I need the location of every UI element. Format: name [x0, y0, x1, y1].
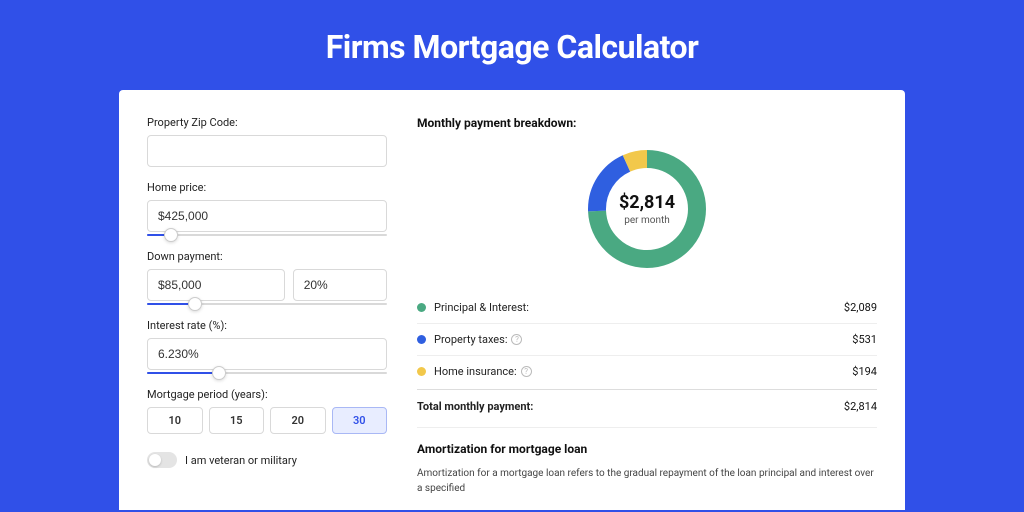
- home-price-input[interactable]: [147, 200, 387, 232]
- total-label: Total monthly payment:: [417, 400, 844, 413]
- interest-input[interactable]: [147, 338, 387, 370]
- donut-center: $2,814 per month: [582, 144, 712, 274]
- veteran-row: I am veteran or military: [147, 452, 387, 468]
- down-payment-field: Down payment:: [147, 250, 387, 305]
- down-payment-pct-input[interactable]: [293, 269, 387, 301]
- home-price-slider-thumb[interactable]: [164, 228, 178, 242]
- breakdown-value: $2,089: [844, 301, 877, 314]
- info-icon[interactable]: ?: [511, 334, 522, 345]
- amortization-text: Amortization for a mortgage loan refers …: [417, 466, 877, 496]
- zip-field: Property Zip Code:: [147, 116, 387, 167]
- info-icon[interactable]: ?: [521, 366, 532, 377]
- breakdown-panel: Monthly payment breakdown: $2,814 per mo…: [417, 116, 877, 510]
- breakdown-value: $531: [852, 333, 877, 346]
- breakdown-label: Home insurance:?: [434, 365, 852, 378]
- page-title: Firms Mortgage Calculator: [0, 0, 1024, 90]
- zip-input[interactable]: [147, 135, 387, 167]
- breakdown-label: Property taxes:?: [434, 333, 852, 346]
- donut-sub: per month: [624, 215, 670, 226]
- period-option-10[interactable]: 10: [147, 407, 203, 434]
- amortization-heading: Amortization for mortgage loan: [417, 442, 877, 456]
- interest-slider-thumb[interactable]: [212, 366, 226, 380]
- home-price-label: Home price:: [147, 181, 387, 194]
- period-field: Mortgage period (years): 10152030: [147, 388, 387, 434]
- period-label: Mortgage period (years):: [147, 388, 387, 401]
- veteran-toggle-knob: [149, 454, 161, 466]
- donut-amount: $2,814: [619, 192, 675, 213]
- legend-dot-icon: [417, 335, 426, 344]
- down-payment-slider-thumb[interactable]: [188, 297, 202, 311]
- form-panel: Property Zip Code: Home price: Down paym…: [147, 116, 387, 510]
- breakdown-row: Property taxes:?$531: [417, 324, 877, 356]
- breakdown-value: $194: [852, 365, 877, 378]
- down-payment-label: Down payment:: [147, 250, 387, 263]
- total-value: $2,814: [844, 400, 877, 413]
- breakdown-row: Principal & Interest:$2,089: [417, 292, 877, 324]
- breakdown-label: Principal & Interest:: [434, 301, 844, 314]
- breakdown-row: Home insurance:?$194: [417, 356, 877, 387]
- donut-chart: $2,814 per month: [582, 144, 712, 274]
- interest-slider[interactable]: [147, 372, 387, 374]
- veteran-toggle[interactable]: [147, 452, 177, 468]
- legend-dot-icon: [417, 367, 426, 376]
- interest-slider-fill: [147, 372, 219, 374]
- interest-label: Interest rate (%):: [147, 319, 387, 332]
- breakdown-heading: Monthly payment breakdown:: [417, 116, 877, 130]
- period-option-20[interactable]: 20: [270, 407, 326, 434]
- veteran-label: I am veteran or military: [185, 454, 297, 467]
- period-option-15[interactable]: 15: [209, 407, 265, 434]
- period-options: 10152030: [147, 407, 387, 434]
- donut-container: $2,814 per month: [417, 144, 877, 274]
- breakdown-list: Principal & Interest:$2,089Property taxe…: [417, 292, 877, 387]
- interest-field: Interest rate (%):: [147, 319, 387, 374]
- total-row: Total monthly payment: $2,814: [417, 389, 877, 427]
- down-payment-amount-input[interactable]: [147, 269, 285, 301]
- zip-label: Property Zip Code:: [147, 116, 387, 129]
- legend-dot-icon: [417, 303, 426, 312]
- home-price-slider[interactable]: [147, 234, 387, 236]
- amortization-section: Amortization for mortgage loan Amortizat…: [417, 427, 877, 496]
- period-option-30[interactable]: 30: [332, 407, 388, 434]
- down-payment-slider[interactable]: [147, 303, 387, 305]
- home-price-field: Home price:: [147, 181, 387, 236]
- calculator-card: Property Zip Code: Home price: Down paym…: [119, 90, 905, 510]
